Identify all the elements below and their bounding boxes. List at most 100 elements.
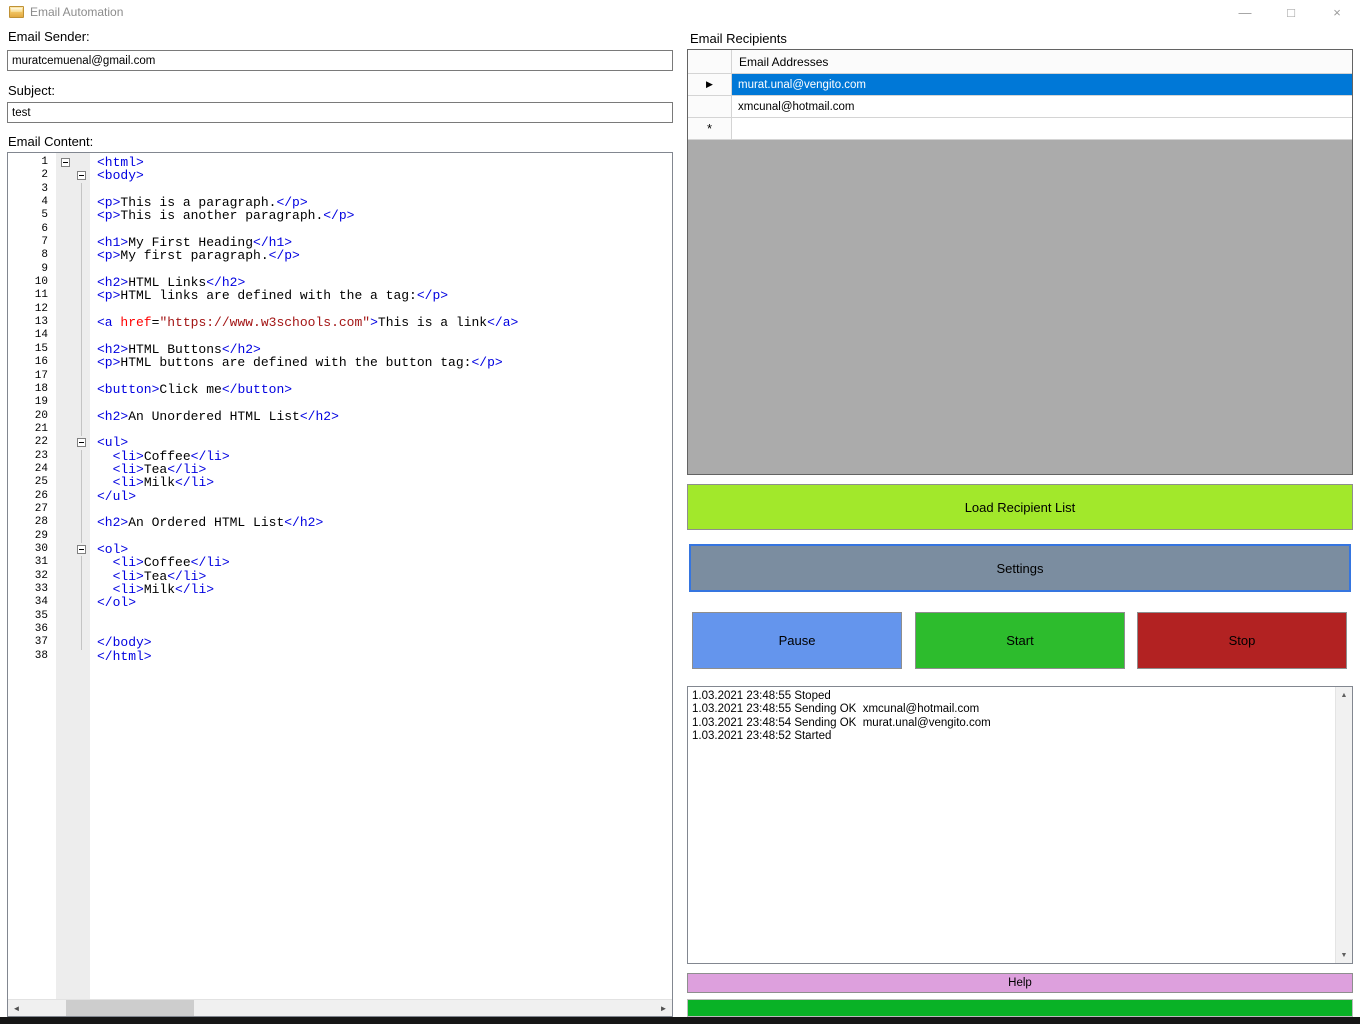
scroll-up-arrow[interactable]: ▲ [1336,687,1352,703]
fold-collapse-icon[interactable] [77,545,86,554]
code-text [90,370,672,383]
editor-horizontal-scrollbar[interactable]: ◄ ► [8,999,672,1016]
row-selector[interactable]: ▶ [688,74,732,96]
close-button[interactable]: × [1314,0,1360,24]
recipient-row[interactable]: ▶murat.unal@vengito.com [688,74,1352,96]
progress-fill [688,1000,1352,1016]
fold-cell [56,343,90,356]
fold-cell [56,209,90,222]
progress-bar [687,999,1353,1017]
fold-cell [56,356,90,369]
fold-cell [56,530,90,543]
minimize-button[interactable]: — [1222,0,1268,24]
help-button[interactable]: Help [687,973,1353,993]
recipient-row[interactable]: xmcunal@hotmail.com [688,96,1352,118]
line-number: 13 [8,316,56,329]
scroll-thumb[interactable] [66,1000,194,1017]
line-number: 38 [8,650,56,663]
code-text: <h2>HTML Links</h2> [90,276,672,289]
code-text: </ul> [90,490,672,503]
fold-cell [56,289,90,302]
code-text: <h2>An Unordered HTML List</h2> [90,410,672,423]
settings-button[interactable]: Settings [689,544,1351,592]
line-number: 14 [8,329,56,342]
email-content-label: Email Content: [8,134,93,149]
line-number: 15 [8,343,56,356]
pause-button[interactable]: Pause [692,612,902,669]
fold-cell [56,276,90,289]
line-number: 12 [8,303,56,316]
grid-header-row: Email Addresses [688,50,1352,74]
line-number: 24 [8,463,56,476]
fold-cell [56,223,90,236]
code-line: 18<button>Click me</button> [8,383,672,396]
fold-cell [56,516,90,529]
fold-cell [56,543,90,556]
fold-collapse-icon[interactable] [77,171,86,180]
code-line: 29 [8,530,672,543]
log-entry: 1.03.2021 23:48:52 Started [692,730,1332,743]
fold-cell [56,596,90,609]
row-selector[interactable] [688,96,732,118]
start-button[interactable]: Start [915,612,1125,669]
fold-cell [56,436,90,449]
status-log[interactable]: 1.03.2021 23:48:55 Stoped1.03.2021 23:48… [687,686,1353,964]
line-number: 35 [8,610,56,623]
code-text: <li>Milk</li> [90,583,672,596]
code-text: <p>HTML buttons are defined with the but… [90,356,672,369]
code-text: <p>This is a paragraph.</p> [90,196,672,209]
email-address-cell[interactable]: murat.unal@vengito.com [732,74,1352,96]
recipient-row[interactable]: * [688,118,1352,140]
fold-cell [56,249,90,262]
email-address-cell[interactable] [732,118,1352,140]
email-address-cell[interactable]: xmcunal@hotmail.com [732,96,1352,118]
load-recipient-list-button[interactable]: Load Recipient List [687,484,1353,530]
line-number: 19 [8,396,56,409]
subject-input[interactable] [7,102,673,123]
log-lines: 1.03.2021 23:48:55 Stoped1.03.2021 23:48… [692,690,1332,960]
fold-cell [56,556,90,569]
maximize-button[interactable]: □ [1268,0,1314,24]
code-text: <h2>HTML Buttons</h2> [90,343,672,356]
code-text [90,183,672,196]
code-line: 37</body> [8,636,672,649]
taskbar-edge [0,1017,1360,1024]
line-number: 11 [8,289,56,302]
code-line: 34</ol> [8,596,672,609]
fold-cell [56,263,90,276]
code-text: </body> [90,636,672,649]
fold-cell [56,423,90,436]
code-text [90,303,672,316]
new-row-marker[interactable]: * [688,118,732,140]
code-text [90,329,672,342]
line-number: 32 [8,570,56,583]
fold-cell [56,236,90,249]
code-lines: 1<html>2<body>34<p>This is a paragraph.<… [8,156,672,999]
email-addresses-column-header[interactable]: Email Addresses [732,50,1352,74]
fold-collapse-icon[interactable] [61,158,70,167]
scroll-right-arrow[interactable]: ► [655,1000,672,1017]
code-text: <p>My first paragraph.</p> [90,249,672,262]
code-text [90,623,672,636]
fold-cell [56,156,90,169]
line-number: 20 [8,410,56,423]
line-number: 6 [8,223,56,236]
stop-button[interactable]: Stop [1137,612,1347,669]
code-line: 7<h1>My First Heading</h1> [8,236,672,249]
code-text [90,503,672,516]
code-text: <li>Tea</li> [90,570,672,583]
code-text: <p>HTML links are defined with the a tag… [90,289,672,302]
code-line: 25 <li>Milk</li> [8,476,672,489]
fold-cell [56,183,90,196]
fold-cell [56,396,90,409]
sender-input[interactable] [7,50,673,71]
log-entry: 1.03.2021 23:48:54 Sending OK murat.unal… [692,717,1332,730]
email-content-editor[interactable]: 1<html>2<body>34<p>This is a paragraph.<… [7,152,673,1017]
code-text: <h1>My First Heading</h1> [90,236,672,249]
log-scrollbar[interactable]: ▲ ▼ [1335,687,1352,963]
scroll-down-arrow[interactable]: ▼ [1336,947,1352,963]
code-text [90,396,672,409]
fold-collapse-icon[interactable] [77,438,86,447]
scroll-left-arrow[interactable]: ◄ [8,1000,25,1017]
recipients-grid: Email Addresses ▶murat.unal@vengito.comx… [687,49,1353,475]
